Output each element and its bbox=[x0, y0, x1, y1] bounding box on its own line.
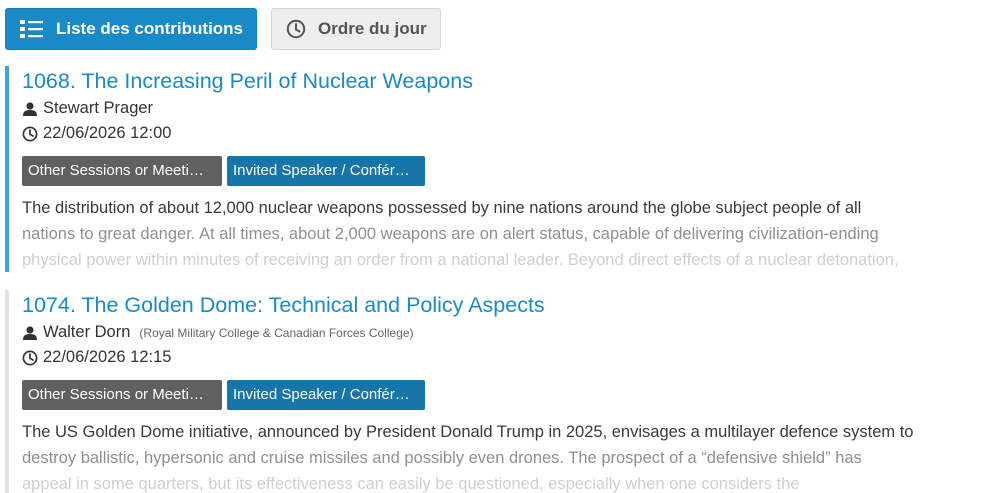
contribution-item: 1068. The Increasing Peril of Nuclear We… bbox=[5, 66, 1008, 272]
session-tag[interactable]: Other Sessions or Meeti… bbox=[22, 380, 222, 410]
contribution-description: The distribution of about 12,000 nuclear… bbox=[22, 195, 1008, 273]
contribution-title[interactable]: 1074. The Golden Dome: Technical and Pol… bbox=[22, 290, 1008, 320]
contribution-item: 1074. The Golden Dome: Technical and Pol… bbox=[5, 290, 1008, 493]
selection-bar bbox=[5, 66, 9, 272]
selection-bar bbox=[5, 290, 9, 493]
speaker-name[interactable]: Walter Dorn bbox=[43, 323, 130, 342]
session-tag[interactable]: Other Sessions or Meeti… bbox=[22, 156, 222, 186]
description-line: destroy ballistic, hypersonic and cruise… bbox=[22, 449, 862, 467]
tag-list: Other Sessions or Meeti… Invited Speaker… bbox=[22, 380, 1008, 413]
agenda-button[interactable]: Ordre du jour bbox=[271, 8, 441, 50]
description-line: physical power within minutes of receivi… bbox=[22, 251, 899, 269]
description-line: The US Golden Dome initiative, announced… bbox=[22, 423, 914, 441]
datetime-line: 22/06/2026 12:00 bbox=[22, 121, 1008, 146]
speaker-line: Walter Dorn (Royal Military College & Ca… bbox=[22, 320, 1008, 345]
datetime-line: 22/06/2026 12:15 bbox=[22, 345, 1008, 370]
contribution-list-button[interactable]: Liste des contributions bbox=[5, 8, 257, 50]
type-tag[interactable]: Invited Speaker / Confér… bbox=[227, 380, 425, 410]
description-line: appeal in some quarters, but its effecti… bbox=[22, 475, 800, 493]
agenda-label: Ordre du jour bbox=[318, 19, 427, 38]
speaker-name[interactable]: Stewart Prager bbox=[43, 99, 153, 118]
clock-icon bbox=[22, 350, 38, 366]
contribution-description: The US Golden Dome initiative, announced… bbox=[22, 419, 1008, 493]
list-icon bbox=[20, 19, 44, 39]
clock-icon bbox=[22, 126, 38, 142]
speaker-affiliation: (Royal Military College & Canadian Force… bbox=[139, 325, 414, 340]
contribution-list-label: Liste des contributions bbox=[56, 19, 244, 38]
description-line: The distribution of about 12,000 nuclear… bbox=[22, 199, 862, 217]
contribution-title[interactable]: 1068. The Increasing Peril of Nuclear We… bbox=[22, 66, 1008, 96]
contribution-datetime: 22/06/2026 12:00 bbox=[43, 124, 172, 142]
clock-icon bbox=[286, 19, 306, 39]
type-tag[interactable]: Invited Speaker / Confér… bbox=[227, 156, 425, 186]
contribution-datetime: 22/06/2026 12:15 bbox=[43, 348, 172, 366]
description-line: nations to great danger. At all times, a… bbox=[22, 225, 879, 243]
person-icon bbox=[22, 101, 38, 116]
person-icon bbox=[22, 325, 38, 340]
speaker-line: Stewart Prager bbox=[22, 96, 1008, 121]
tag-list: Other Sessions or Meeti… Invited Speaker… bbox=[22, 156, 1008, 189]
view-toolbar: Liste des contributions Ordre du jour bbox=[5, 8, 441, 50]
